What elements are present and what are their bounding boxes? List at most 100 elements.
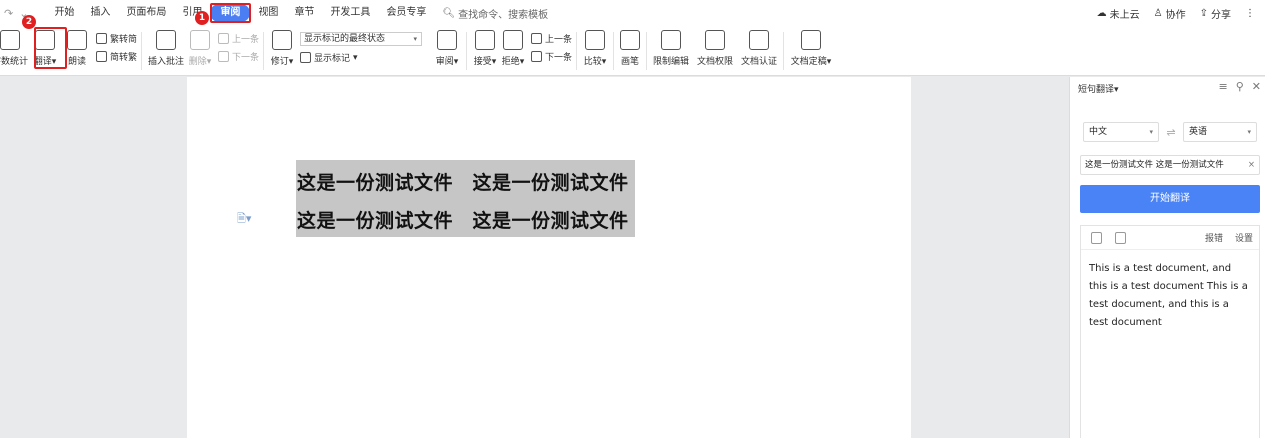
tab-developer[interactable]: 开发工具 xyxy=(322,4,378,22)
redo-icon[interactable]: ↷ xyxy=(4,7,13,20)
next-comment-icon xyxy=(218,51,230,62)
cloud-label: 未上云 xyxy=(1109,9,1140,21)
settings-link[interactable]: 设置 xyxy=(1235,231,1253,244)
share-label: 分享 xyxy=(1211,9,1231,21)
insert-comment-button[interactable]: 插入批注 xyxy=(146,26,186,74)
copy-icon[interactable] xyxy=(1091,232,1102,244)
word-count-button[interactable]: 字数统计 xyxy=(0,26,29,74)
track-changes-button[interactable]: 修订▾ xyxy=(268,26,296,74)
next-change-icon xyxy=(531,51,543,62)
divider xyxy=(613,32,615,70)
doc-permission-label: 文档权限 xyxy=(697,57,734,67)
tab-page-layout[interactable]: 页面布局 xyxy=(118,4,174,22)
report-error-link[interactable]: 报错 xyxy=(1205,231,1223,244)
duplicate-icon[interactable] xyxy=(1115,232,1126,244)
search-placeholder: 查找命令、搜索模板 xyxy=(458,9,549,21)
doc-permission-button[interactable]: 文档权限 xyxy=(695,26,735,74)
review-pane-button[interactable]: 审阅▾ xyxy=(432,26,462,74)
cloud-status[interactable]: ☁ 未上云 xyxy=(1097,6,1140,21)
restrict-edit-button[interactable]: 限制编辑 xyxy=(651,26,691,74)
divider xyxy=(141,32,143,70)
review-ribbon: 字数统计 翻译▾ 朗读 繁转简 简转繁 插入批注 删除▾ 上一条 下一条 修订▾… xyxy=(0,26,1265,76)
document-line[interactable]: 这是一份测试文件 这是一份测试文件 xyxy=(297,206,629,233)
next-comment-button[interactable]: 下一条 xyxy=(218,50,259,63)
change-nav-group: 上一条 下一条 xyxy=(531,26,572,63)
doc-finalize-button[interactable]: 文档定稿▾ xyxy=(788,26,834,74)
tab-view[interactable]: 视图 xyxy=(250,4,286,22)
show-markup-button[interactable]: 显示标记 ▾ xyxy=(300,51,422,64)
track-changes-icon xyxy=(272,30,293,50)
document-line[interactable]: 这是一份测试文件 这是一份测试文件 xyxy=(297,168,629,195)
divider xyxy=(263,32,265,70)
clear-icon[interactable]: × xyxy=(1248,156,1255,174)
doc-auth-button[interactable]: 文档认证 xyxy=(739,26,779,74)
tab-insert[interactable]: 插入 xyxy=(82,4,118,22)
divider xyxy=(646,32,648,70)
prev-change-label: 上一条 xyxy=(545,35,573,45)
accept-button[interactable]: 接受▾ xyxy=(471,26,499,74)
finalize-icon xyxy=(801,30,822,50)
search-icon: 🔍︎ xyxy=(442,7,456,19)
collab-label: 协作 xyxy=(1165,9,1186,21)
command-search[interactable]: 🔍︎ 查找命令、搜索模板 xyxy=(442,6,548,21)
doc-auth-label: 文档认证 xyxy=(741,57,778,67)
comment-nav-group: 上一条 下一条 xyxy=(218,26,259,63)
translation-result: 报错 设置 This is a test document, and this … xyxy=(1080,225,1260,438)
trad-to-simp-label: 繁转简 xyxy=(110,35,138,45)
ink-button[interactable]: 画笔 xyxy=(618,26,642,74)
menu-icon[interactable]: ≡ xyxy=(1219,80,1228,93)
panel-title[interactable]: 短句翻译▾ xyxy=(1078,82,1119,95)
reject-button[interactable]: 拒绝▾ xyxy=(499,26,527,74)
prev-comment-button[interactable]: 上一条 xyxy=(218,32,259,45)
read-aloud-label: 朗读 xyxy=(67,57,86,67)
simp-to-trad-button[interactable]: 简转繁 xyxy=(96,50,137,63)
markup-group: 显示标记的最终状态 ▾ 显示标记 ▾ xyxy=(300,26,423,64)
word-count-label: 字数统计 xyxy=(0,57,29,67)
close-icon[interactable]: ✕ xyxy=(1252,80,1261,93)
result-text: This is a test document, and this is a t… xyxy=(1089,263,1248,328)
source-language-select[interactable]: 中文 ▾ xyxy=(1083,122,1159,142)
markup-state-select[interactable]: 显示标记的最终状态 ▾ xyxy=(300,32,423,46)
pin-icon[interactable]: ⚲ xyxy=(1236,80,1244,93)
simp-trad-icon xyxy=(96,51,107,62)
delete-comment-button[interactable]: 删除▾ xyxy=(186,26,214,74)
start-translate-button[interactable]: 开始翻译 xyxy=(1080,185,1260,213)
source-text-input[interactable]: 这是一份测试文件 这是一份测试文件 × xyxy=(1080,155,1260,175)
paragraph-icon[interactable]: 🗎▾ xyxy=(237,210,251,229)
pen-icon xyxy=(620,30,641,50)
target-language-select[interactable]: 英语 ▾ xyxy=(1183,122,1257,142)
show-markup-label: 显示标记 xyxy=(314,54,351,64)
tab-home[interactable]: 开始 xyxy=(46,4,82,22)
collab-button[interactable]: ♙ 协作 xyxy=(1154,6,1186,21)
read-aloud-button[interactable]: 朗读 xyxy=(64,26,90,74)
next-change-button[interactable]: 下一条 xyxy=(531,50,572,63)
share-icon: ⇪ xyxy=(1199,7,1208,19)
permission-icon xyxy=(705,30,726,50)
trad-to-simp-button[interactable]: 繁转简 xyxy=(96,32,137,45)
menu-more-icon[interactable]: ⋮ xyxy=(1245,8,1255,19)
menu-bar: ↷ ⌄ 开始 插入 页面布局 引用 审阅 视图 章节 开发工具 会员专享 🔍︎ … xyxy=(0,0,1265,26)
lock-icon xyxy=(661,30,682,50)
read-aloud-icon xyxy=(67,30,87,50)
source-text-value: 这是一份测试文件 这是一份测试文件 xyxy=(1085,160,1224,170)
step1-badge: 1 xyxy=(195,11,209,25)
tab-member[interactable]: 会员专享 xyxy=(378,4,434,22)
tab-section[interactable]: 章节 xyxy=(286,4,322,22)
doc-finalize-label: 文档定稿▾ xyxy=(790,57,832,67)
restrict-edit-label: 限制编辑 xyxy=(653,57,690,67)
ink-label: 画笔 xyxy=(621,57,640,67)
swap-icon[interactable]: ⇌ xyxy=(1159,126,1183,139)
compare-icon xyxy=(585,30,606,50)
step2-highlight xyxy=(34,27,67,69)
markup-state-value: 显示标记的最终状态 xyxy=(304,34,386,44)
divider xyxy=(576,32,578,70)
target-language-value: 英语 xyxy=(1189,127,1208,137)
compare-button[interactable]: 比较▾ xyxy=(581,26,609,74)
delete-comment-icon xyxy=(190,30,211,50)
document-page[interactable] xyxy=(187,77,911,438)
source-language-value: 中文 xyxy=(1089,127,1108,137)
chevron-down-icon: ▾ xyxy=(413,35,418,43)
prev-change-button[interactable]: 上一条 xyxy=(531,32,572,45)
share-button[interactable]: ⇪ 分享 xyxy=(1200,6,1231,21)
panel-controls: ≡ ⚲ ✕ xyxy=(1219,80,1262,93)
